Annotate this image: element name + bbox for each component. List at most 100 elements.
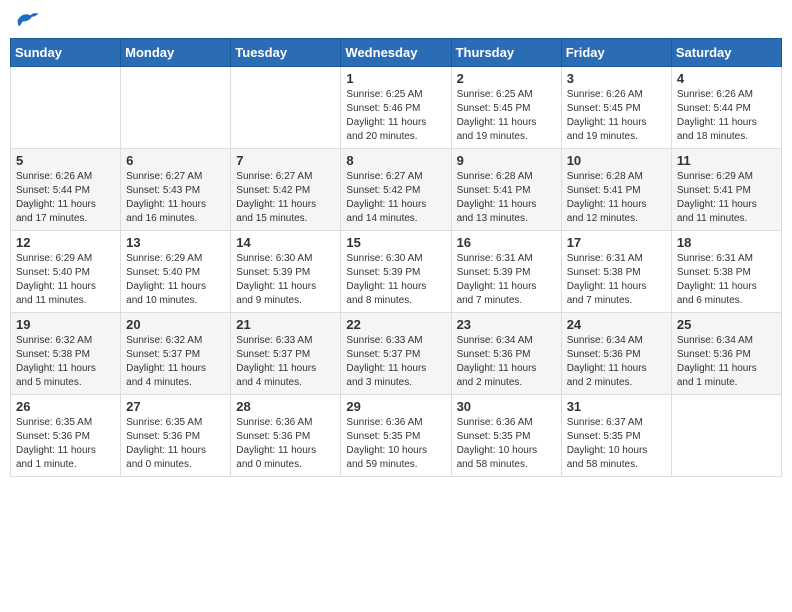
day-info: Sunrise: 6:26 AM Sunset: 5:45 PM Dayligh…	[567, 88, 666, 144]
calendar-cell: 24Sunrise: 6:34 AM Sunset: 5:36 PM Dayli…	[561, 313, 671, 395]
day-number: 25	[677, 317, 776, 332]
calendar-cell: 22 Sunrise: 6:33 AM Sunset: 5:37 PM Dayli…	[341, 313, 451, 395]
calendar-cell: 12 Sunrise: 6:29 AM Sunset: 5:40 PM Dayli…	[11, 231, 121, 313]
day-number: 3	[567, 71, 666, 86]
day-number: 12	[16, 235, 115, 250]
calendar-cell	[231, 67, 341, 149]
day-info: Sunrise: 6:27 AM Sunset: 5:42 PM Dayligh…	[346, 170, 445, 226]
calendar-cell: 6Sunrise: 6:27 AM Sunset: 5:43 PM Daylig…	[121, 149, 231, 231]
calendar-cell: 5 Sunrise: 6:26 AM Sunset: 5:44 PM Daylig…	[11, 149, 121, 231]
calendar-cell: 9 Sunrise: 6:28 AM Sunset: 5:41 PM Daylig…	[451, 149, 561, 231]
day-number: 28	[236, 399, 335, 414]
day-number: 26	[16, 399, 115, 414]
day-number: 11	[677, 153, 776, 168]
calendar-cell: 1 Sunrise: 6:25 AM Sunset: 5:46 PM Daylig…	[341, 67, 451, 149]
day-info: Sunrise: 6:35 AM Sunset: 5:36 PM Dayligh…	[16, 416, 115, 472]
day-number: 27	[126, 399, 225, 414]
day-number: 5	[16, 153, 115, 168]
calendar-cell: 21 Sunrise: 6:33 AM Sunset: 5:37 PM Dayli…	[231, 313, 341, 395]
day-number: 10	[567, 153, 666, 168]
day-info: Sunrise: 6:34 AM Sunset: 5:36 PM Dayligh…	[457, 334, 556, 390]
column-header-tuesday: Tuesday	[231, 39, 341, 67]
calendar-cell: 3 Sunrise: 6:26 AM Sunset: 5:45 PM Daylig…	[561, 67, 671, 149]
day-number: 4	[677, 71, 776, 86]
day-info: Sunrise: 6:36 AM Sunset: 5:36 PM Dayligh…	[236, 416, 335, 472]
days-of-week-row: SundayMondayTuesdayWednesdayThursdayFrid…	[11, 39, 782, 67]
calendar-week-2: 5 Sunrise: 6:26 AM Sunset: 5:44 PM Daylig…	[11, 149, 782, 231]
calendar-cell: 27Sunrise: 6:35 AM Sunset: 5:36 PM Dayli…	[121, 395, 231, 477]
calendar-cell: 4 Sunrise: 6:26 AM Sunset: 5:44 PM Daylig…	[671, 67, 781, 149]
calendar-cell: 7Sunrise: 6:27 AM Sunset: 5:42 PM Daylig…	[231, 149, 341, 231]
day-info: Sunrise: 6:28 AM Sunset: 5:41 PM Dayligh…	[457, 170, 556, 226]
day-number: 20	[126, 317, 225, 332]
calendar-cell: 19 Sunrise: 6:32 AM Sunset: 5:38 PM Dayli…	[11, 313, 121, 395]
calendar-header: SundayMondayTuesdayWednesdayThursdayFrid…	[11, 39, 782, 67]
day-number: 23	[457, 317, 556, 332]
day-info: Sunrise: 6:34 AM Sunset: 5:36 PM Dayligh…	[567, 334, 666, 390]
day-info: Sunrise: 6:33 AM Sunset: 5:37 PM Dayligh…	[236, 334, 335, 390]
calendar-week-3: 12 Sunrise: 6:29 AM Sunset: 5:40 PM Dayli…	[11, 231, 782, 313]
calendar-cell	[121, 67, 231, 149]
calendar-cell: 26 Sunrise: 6:35 AM Sunset: 5:36 PM Dayli…	[11, 395, 121, 477]
day-number: 19	[16, 317, 115, 332]
day-info: Sunrise: 6:31 AM Sunset: 5:38 PM Dayligh…	[567, 252, 666, 308]
logo	[14, 10, 42, 30]
day-info: Sunrise: 6:36 AM Sunset: 5:35 PM Dayligh…	[346, 416, 445, 472]
day-info: Sunrise: 6:26 AM Sunset: 5:44 PM Dayligh…	[16, 170, 115, 226]
day-number: 1	[346, 71, 445, 86]
calendar-table: SundayMondayTuesdayWednesdayThursdayFrid…	[10, 38, 782, 477]
calendar-week-5: 26 Sunrise: 6:35 AM Sunset: 5:36 PM Dayli…	[11, 395, 782, 477]
day-info: Sunrise: 6:28 AM Sunset: 5:41 PM Dayligh…	[567, 170, 666, 226]
day-number: 9	[457, 153, 556, 168]
calendar-week-4: 19 Sunrise: 6:32 AM Sunset: 5:38 PM Dayli…	[11, 313, 782, 395]
column-header-friday: Friday	[561, 39, 671, 67]
calendar-cell: 8Sunrise: 6:27 AM Sunset: 5:42 PM Daylig…	[341, 149, 451, 231]
calendar-week-1: 1 Sunrise: 6:25 AM Sunset: 5:46 PM Daylig…	[11, 67, 782, 149]
day-info: Sunrise: 6:29 AM Sunset: 5:40 PM Dayligh…	[126, 252, 225, 308]
calendar-cell: 23 Sunrise: 6:34 AM Sunset: 5:36 PM Dayli…	[451, 313, 561, 395]
page-header	[10, 10, 782, 30]
calendar-cell: 30 Sunrise: 6:36 AM Sunset: 5:35 PM Dayli…	[451, 395, 561, 477]
day-number: 2	[457, 71, 556, 86]
calendar-cell: 16 Sunrise: 6:31 AM Sunset: 5:39 PM Dayli…	[451, 231, 561, 313]
calendar-cell: 2 Sunrise: 6:25 AM Sunset: 5:45 PM Daylig…	[451, 67, 561, 149]
day-info: Sunrise: 6:30 AM Sunset: 5:39 PM Dayligh…	[346, 252, 445, 308]
day-info: Sunrise: 6:36 AM Sunset: 5:35 PM Dayligh…	[457, 416, 556, 472]
calendar-cell	[11, 67, 121, 149]
column-header-saturday: Saturday	[671, 39, 781, 67]
calendar-cell: 25 Sunrise: 6:34 AM Sunset: 5:36 PM Dayli…	[671, 313, 781, 395]
day-number: 13	[126, 235, 225, 250]
calendar-cell: 10 Sunrise: 6:28 AM Sunset: 5:41 PM Dayli…	[561, 149, 671, 231]
day-info: Sunrise: 6:25 AM Sunset: 5:46 PM Dayligh…	[346, 88, 445, 144]
day-info: Sunrise: 6:33 AM Sunset: 5:37 PM Dayligh…	[346, 334, 445, 390]
calendar-cell: 14 Sunrise: 6:30 AM Sunset: 5:39 PM Dayli…	[231, 231, 341, 313]
logo-bird-icon	[16, 10, 40, 30]
calendar-cell: 20Sunrise: 6:32 AM Sunset: 5:37 PM Dayli…	[121, 313, 231, 395]
day-number: 16	[457, 235, 556, 250]
day-number: 22	[346, 317, 445, 332]
day-info: Sunrise: 6:30 AM Sunset: 5:39 PM Dayligh…	[236, 252, 335, 308]
day-number: 14	[236, 235, 335, 250]
day-number: 30	[457, 399, 556, 414]
day-info: Sunrise: 6:27 AM Sunset: 5:42 PM Dayligh…	[236, 170, 335, 226]
calendar-cell: 28 Sunrise: 6:36 AM Sunset: 5:36 PM Dayli…	[231, 395, 341, 477]
day-info: Sunrise: 6:34 AM Sunset: 5:36 PM Dayligh…	[677, 334, 776, 390]
day-info: Sunrise: 6:31 AM Sunset: 5:39 PM Dayligh…	[457, 252, 556, 308]
day-number: 21	[236, 317, 335, 332]
day-info: Sunrise: 6:25 AM Sunset: 5:45 PM Dayligh…	[457, 88, 556, 144]
day-info: Sunrise: 6:32 AM Sunset: 5:38 PM Dayligh…	[16, 334, 115, 390]
calendar-cell: 17 Sunrise: 6:31 AM Sunset: 5:38 PM Dayli…	[561, 231, 671, 313]
day-info: Sunrise: 6:26 AM Sunset: 5:44 PM Dayligh…	[677, 88, 776, 144]
column-header-sunday: Sunday	[11, 39, 121, 67]
calendar-cell: 15 Sunrise: 6:30 AM Sunset: 5:39 PM Dayli…	[341, 231, 451, 313]
day-number: 15	[346, 235, 445, 250]
day-number: 18	[677, 235, 776, 250]
calendar-cell	[671, 395, 781, 477]
column-header-thursday: Thursday	[451, 39, 561, 67]
day-number: 29	[346, 399, 445, 414]
column-header-wednesday: Wednesday	[341, 39, 451, 67]
calendar-cell: 31Sunrise: 6:37 AM Sunset: 5:35 PM Dayli…	[561, 395, 671, 477]
day-info: Sunrise: 6:29 AM Sunset: 5:40 PM Dayligh…	[16, 252, 115, 308]
day-number: 17	[567, 235, 666, 250]
calendar-body: 1 Sunrise: 6:25 AM Sunset: 5:46 PM Daylig…	[11, 67, 782, 477]
